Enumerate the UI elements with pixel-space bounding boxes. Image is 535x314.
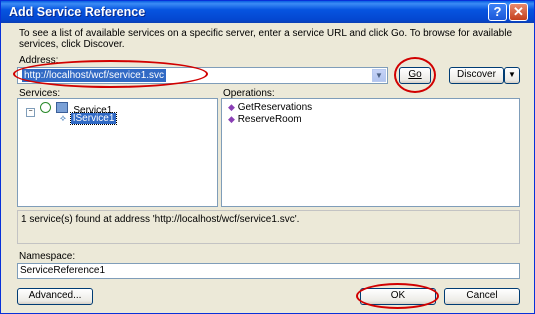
discover-button-label: Discover [457, 69, 496, 80]
address-dropdown-button[interactable]: ▼ [372, 69, 386, 82]
ok-button[interactable]: OK [360, 288, 436, 305]
close-icon: ✕ [513, 4, 524, 19]
window-title: Add Service Reference [9, 5, 146, 19]
operation-item[interactable]: ◆ ReserveRoom [228, 114, 302, 125]
help-icon: ? [493, 4, 502, 19]
go-button-label: Go [408, 69, 422, 80]
cancel-button[interactable]: Cancel [444, 288, 520, 305]
status-area: 1 service(s) found at address 'http://lo… [17, 210, 520, 244]
method-icon: ◆ [228, 102, 235, 112]
go-button[interactable]: Go [399, 67, 431, 84]
help-button[interactable]: ? [488, 3, 507, 21]
namespace-label: Namespace: [19, 251, 76, 262]
tree-node-iservice1[interactable]: ⟡ IService1 [60, 112, 118, 125]
advanced-button[interactable]: Advanced... [17, 288, 93, 305]
discover-button[interactable]: Discover [449, 67, 504, 84]
chevron-down-icon: ▼ [375, 71, 383, 80]
description-text: To see a list of available services on a… [19, 28, 513, 50]
close-button[interactable]: ✕ [509, 3, 528, 21]
status-text: 1 service(s) found at address 'http://lo… [21, 214, 300, 225]
service-icon [55, 102, 68, 113]
operation-label: GetReservations [237, 102, 313, 113]
address-combobox[interactable]: http://localhost/wcf/service1.svc ▼ [17, 67, 388, 84]
services-tree[interactable]: − Service1 ⟡ IService1 [17, 98, 218, 207]
add-service-reference-dialog: Add Service Reference ? ✕ To see a list … [0, 0, 535, 314]
operation-label: ReserveRoom [237, 114, 302, 125]
collapse-icon[interactable]: − [26, 108, 35, 117]
address-input-value[interactable]: http://localhost/wcf/service1.svc [22, 69, 167, 82]
chevron-down-icon: ▼ [508, 70, 516, 79]
title-bar[interactable]: Add Service Reference ? ✕ [1, 1, 534, 23]
address-label: Address: [19, 55, 59, 66]
discover-dropdown-button[interactable]: ▼ [504, 67, 520, 84]
method-icon: ◆ [228, 114, 235, 124]
interface-icon: ⟡ [60, 113, 66, 123]
cancel-button-label: Cancel [466, 290, 498, 301]
advanced-button-label: Advanced... [28, 290, 82, 301]
ok-button-label: OK [390, 290, 406, 301]
namespace-input[interactable]: ServiceReference1 [17, 263, 520, 279]
operation-item[interactable]: ◆ GetReservations [228, 102, 312, 113]
tree-node-iservice1-label: IService1 [69, 112, 118, 125]
service-status-icon [39, 102, 51, 113]
operations-list[interactable]: ◆ GetReservations ◆ ReserveRoom [221, 98, 520, 207]
